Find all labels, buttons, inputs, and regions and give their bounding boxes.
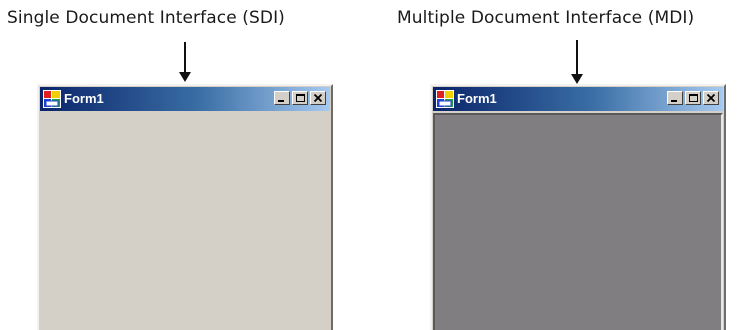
form-app-icon — [436, 90, 454, 108]
maximize-button[interactable] — [292, 91, 308, 105]
maximize-icon — [689, 94, 698, 102]
maximize-button[interactable] — [685, 91, 701, 105]
minimize-button[interactable] — [274, 91, 290, 105]
mdi-client-area[interactable] — [433, 113, 723, 330]
close-icon — [313, 93, 323, 103]
close-icon — [706, 93, 716, 103]
sdi-client-area[interactable] — [40, 111, 330, 330]
sdi-titlebar[interactable]: Form1 — [40, 87, 330, 111]
minimize-button[interactable] — [667, 91, 683, 105]
mdi-window-title: Form1 — [457, 91, 497, 106]
minimize-icon — [278, 100, 284, 102]
form-app-icon — [43, 90, 61, 108]
close-button[interactable] — [703, 91, 719, 105]
mdi-caption: Multiple Document Interface (MDI) — [397, 8, 695, 28]
maximize-icon — [296, 94, 305, 102]
sdi-arrow — [179, 42, 191, 82]
sdi-caption: Single Document Interface (SDI) — [7, 8, 285, 28]
mdi-titlebar[interactable]: Form1 — [433, 87, 723, 111]
sdi-window: Form1 — [37, 84, 333, 330]
close-button[interactable] — [310, 91, 326, 105]
sdi-window-title: Form1 — [64, 91, 104, 106]
minimize-icon — [671, 100, 677, 102]
mdi-window: Form1 — [430, 84, 726, 330]
mdi-arrow — [571, 40, 583, 85]
